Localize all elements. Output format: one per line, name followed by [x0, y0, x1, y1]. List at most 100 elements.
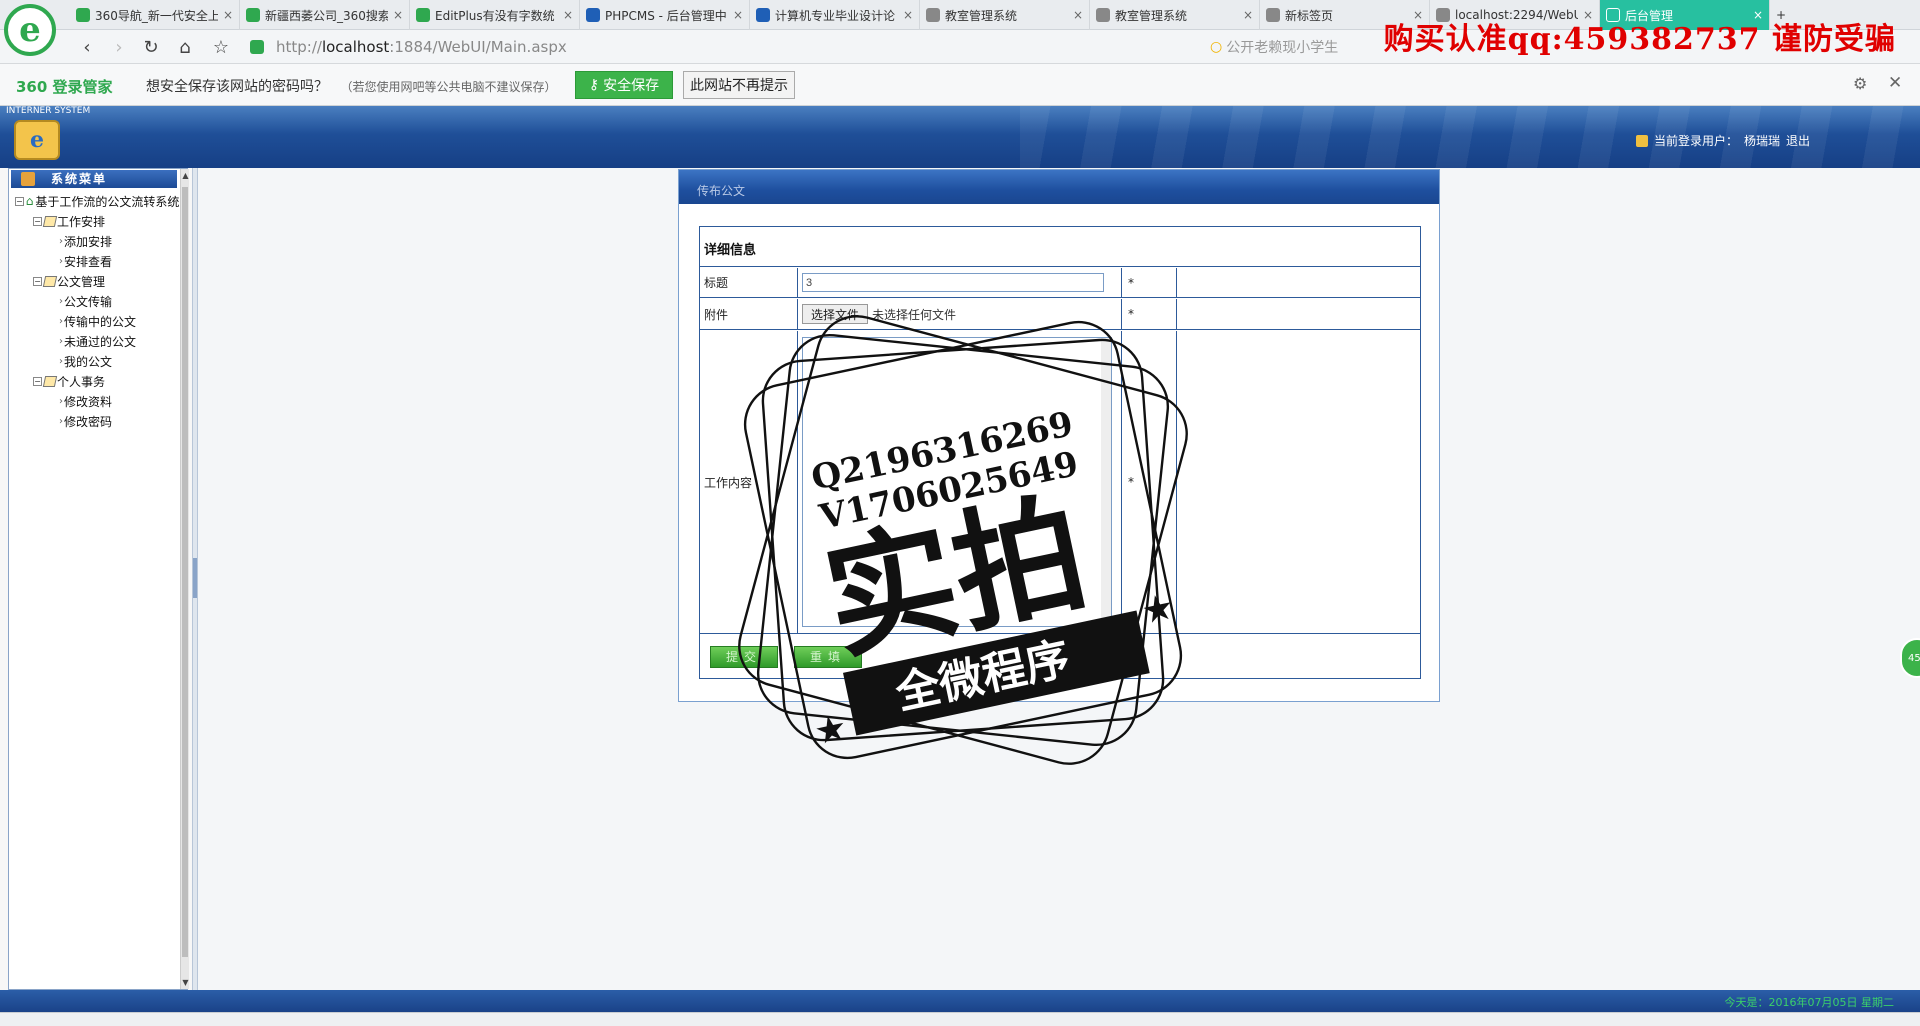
- content-row: 工作内容 *: [700, 331, 1420, 634]
- close-icon[interactable]: ✕: [1888, 73, 1902, 93]
- reload-icon[interactable]: ↻: [140, 36, 162, 58]
- home-icon[interactable]: ⌂: [174, 36, 196, 58]
- content-cell: [798, 331, 1122, 633]
- home-folder-icon: ⌂: [25, 194, 34, 208]
- folder-icon: [42, 275, 58, 287]
- tab-label: 计算机专业毕业设计论: [775, 8, 896, 23]
- sidebar-menu-item[interactable]: › 我的公文: [15, 351, 179, 371]
- browser-logo-icon[interactable]: e: [4, 4, 56, 56]
- tab-label: 教室管理系统: [945, 8, 1018, 23]
- browser-tab[interactable]: PHPCMS - 后台管理中 ×: [580, 0, 750, 30]
- tab-label: 360导航_新一代安全上: [95, 8, 218, 23]
- tab-favicon-icon: [246, 8, 260, 22]
- browser-tab[interactable]: 计算机专业毕业设计论 ×: [750, 0, 920, 30]
- sidebar-menu-item-label: 添加安排: [64, 234, 113, 249]
- tab-label: EditPlus有没有字数统: [435, 8, 555, 23]
- tab-favicon-icon: [756, 8, 770, 22]
- textarea-scrollbar[interactable]: [1101, 338, 1111, 626]
- browser-tab[interactable]: 教室管理系统 ×: [1090, 0, 1260, 30]
- tab-close-icon[interactable]: ×: [563, 8, 573, 22]
- password-save-bar: 360 登录管家 想安全保存该网站的密码吗？ （若您使用网吧等公共电脑不建议保存…: [0, 64, 1920, 106]
- sidebar-menu-item[interactable]: › 传输中的公文: [15, 311, 179, 331]
- content-label: 工作内容: [700, 331, 798, 633]
- safe-save-button[interactable]: ⚷ 安全保存: [575, 71, 673, 99]
- reset-button[interactable]: 重填: [794, 645, 862, 668]
- browser-bottom-strip: [0, 1012, 1920, 1026]
- user-icon: [1636, 134, 1648, 147]
- forward-icon[interactable]: ›: [108, 36, 130, 58]
- title-cell: [798, 268, 1122, 297]
- never-remind-button[interactable]: 此网站不再提示: [683, 71, 795, 99]
- arrow-icon: ›: [59, 315, 63, 327]
- sidebar-menu-item[interactable]: › 添加安排: [15, 231, 179, 251]
- title-row: 标题 *: [700, 268, 1420, 298]
- sidebar-menu-item[interactable]: › 修改资料: [15, 391, 179, 411]
- tree-group[interactable]: − 工作安排: [15, 211, 179, 231]
- sidebar-menu-item[interactable]: › 安排查看: [15, 251, 179, 271]
- url-rest: :1884/WebUI/Main.aspx: [389, 38, 567, 56]
- user-name: 杨瑞瑞: [1744, 134, 1781, 148]
- app-logo-icon: e: [14, 120, 60, 160]
- form-panel: 传布公文 详细信息 标题 * 附件 选择文件 未选择任何文件 *: [678, 169, 1440, 702]
- collapse-icon[interactable]: −: [33, 376, 42, 386]
- file-status: 未选择任何文件: [872, 307, 957, 322]
- title-required: *: [1122, 268, 1177, 297]
- sidebar-menu-item[interactable]: › 未通过的公文: [15, 331, 179, 351]
- browser-tab[interactable]: EditPlus有没有字数统 ×: [410, 0, 580, 30]
- tree-root[interactable]: − ⌂ 基于工作流的公文流转系统: [15, 191, 179, 211]
- tree-group[interactable]: − 公文管理: [15, 271, 179, 291]
- user-info: 当前登录用户： 杨瑞瑞 退出: [1636, 132, 1810, 149]
- collapse-icon[interactable]: −: [15, 196, 24, 206]
- arrow-icon: ›: [59, 415, 63, 427]
- browser-tab[interactable]: 教室管理系统 ×: [920, 0, 1090, 30]
- content-required: *: [1122, 331, 1177, 633]
- title-input[interactable]: [802, 273, 1104, 292]
- search-icon: ○: [1210, 39, 1223, 55]
- tab-close-icon[interactable]: ×: [393, 8, 403, 22]
- form-actions: 提交 重填: [700, 635, 1420, 678]
- arrow-icon: ›: [59, 355, 63, 367]
- sidebar-menu-item[interactable]: › 修改密码: [15, 411, 179, 431]
- favorite-icon[interactable]: ☆: [210, 36, 232, 58]
- tab-favicon-icon: [76, 8, 90, 22]
- sidebar-menu-item-label: 修改资料: [64, 394, 113, 409]
- app-header: INTERNER SYSTEM e 当前登录用户： 杨瑞瑞 退出: [0, 106, 1920, 168]
- gear-icon[interactable]: ⚙: [1853, 74, 1867, 93]
- collapse-icon[interactable]: −: [33, 216, 42, 226]
- tab-close-icon[interactable]: ×: [223, 8, 233, 22]
- tab-close-icon[interactable]: ×: [903, 8, 913, 22]
- tab-close-icon[interactable]: ×: [1073, 8, 1083, 22]
- sidebar-scrollbar[interactable]: ▲ ▼: [180, 169, 189, 989]
- submit-button[interactable]: 提交: [710, 645, 778, 668]
- tab-close-icon[interactable]: ×: [1243, 8, 1253, 22]
- password-note-text: （若您使用网吧等公共电脑不建议保存）: [340, 80, 557, 94]
- back-icon[interactable]: ‹: [76, 36, 98, 58]
- logout-link[interactable]: 退出: [1786, 132, 1810, 149]
- scroll-up-icon[interactable]: ▲: [181, 171, 190, 180]
- search-box[interactable]: ○ 公开老赖现小学生: [1210, 36, 1360, 58]
- content-textarea[interactable]: [802, 337, 1112, 627]
- sidebar-menu-item[interactable]: › 公文传输: [15, 291, 179, 311]
- tab-close-icon[interactable]: ×: [733, 8, 743, 22]
- tab-favicon-icon: [416, 8, 430, 22]
- url-field[interactable]: http:// localhost :1884/WebUI/Main.aspx: [250, 35, 1130, 59]
- password-bar-question: 想安全保存该网站的密码吗？ （若您使用网吧等公共电脑不建议保存）: [146, 76, 556, 96]
- scroll-down-icon[interactable]: ▼: [181, 978, 190, 987]
- collapse-icon[interactable]: −: [33, 276, 42, 286]
- browser-tab[interactable]: 360导航_新一代安全上 ×: [70, 0, 240, 30]
- tab-favicon-icon: [926, 8, 940, 22]
- scroll-thumb[interactable]: [182, 187, 188, 957]
- choose-file-button[interactable]: 选择文件: [802, 304, 869, 324]
- sidebar-menu-item-label: 我的公文: [64, 354, 113, 369]
- sidebar: 系统菜单 − ⌂ 基于工作流的公文流转系统 − 工作安排 › 添加安排 › 安排查看 − 公文…: [8, 168, 189, 990]
- folder-icon: [42, 375, 58, 387]
- tab-favicon-icon: [586, 8, 600, 22]
- browser-tab[interactable]: 新疆西萎公司_360搜索 ×: [240, 0, 410, 30]
- tree-group[interactable]: − 个人事务: [15, 371, 179, 391]
- arrow-icon: ›: [59, 335, 63, 347]
- tab-favicon-icon: [1266, 8, 1280, 22]
- splitter-grip[interactable]: [193, 558, 197, 598]
- tab-label: 新疆西萎公司_360搜索: [265, 8, 388, 23]
- sidebar-title: 系统菜单: [11, 170, 177, 188]
- attachment-required: *: [1122, 299, 1177, 329]
